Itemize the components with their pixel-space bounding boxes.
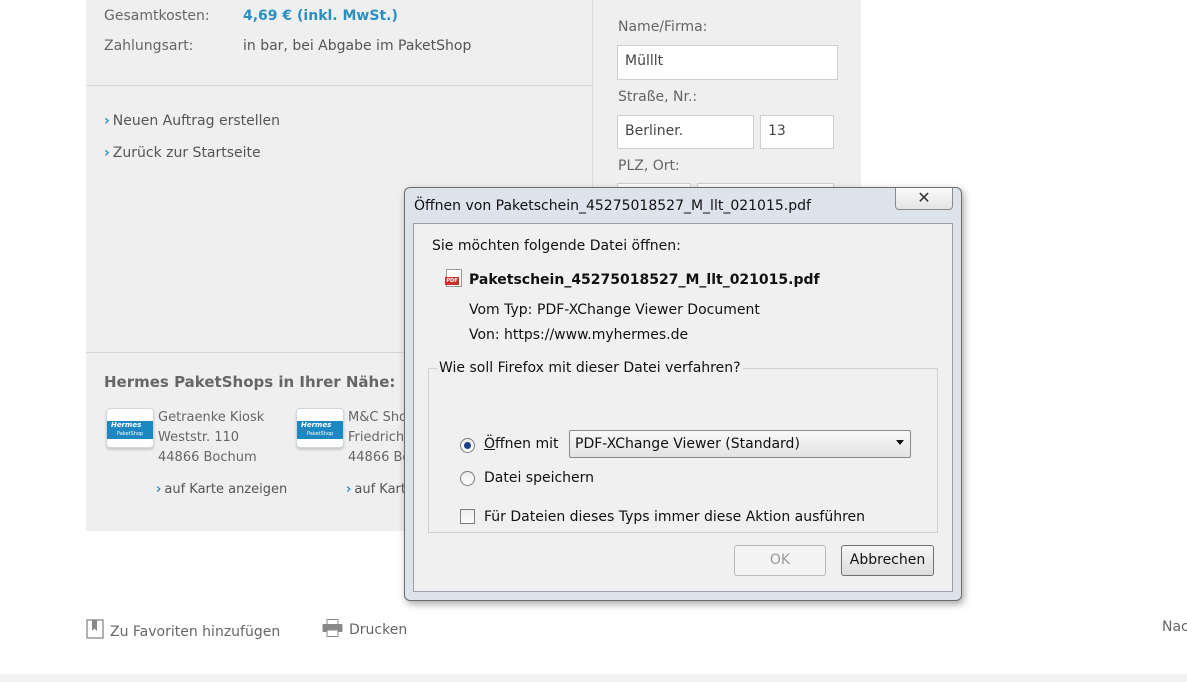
open-prompt: Sie möchten folgende Datei öffnen:	[432, 238, 681, 254]
open-with-select[interactable]: PDF-XChange Viewer (Standard)	[569, 430, 911, 458]
pdf-file-icon: PDF	[445, 269, 462, 287]
shop-name: M&C Sho	[348, 410, 404, 425]
file-source-label: Von:	[469, 327, 500, 343]
house-number-input[interactable]: 13	[760, 115, 834, 149]
file-name: Paketschein_45275018527_M_llt_021015.pdf	[469, 272, 820, 288]
chevron-right-icon: ›	[104, 113, 110, 129]
cancel-button[interactable]: Abbrechen	[841, 545, 934, 576]
shop-map-link[interactable]: › auf Kart	[346, 482, 404, 497]
dialog-title: Öffnen von Paketschein_45275018527_M_llt…	[414, 198, 811, 214]
shop-address: M&C Sho Friedrich 44866 Bo	[348, 408, 404, 468]
action-group-legend: Wie soll Firefox mit dieser Datei verfah…	[437, 360, 743, 376]
back-home-link[interactable]: › Zurück zur Startseite	[104, 145, 261, 161]
chevron-right-icon: ›	[346, 482, 352, 497]
open-with-radio[interactable]	[460, 438, 475, 453]
file-type-value: PDF-XChange Viewer Document	[537, 302, 760, 318]
open-with-label[interactable]: Öffnen mit	[484, 436, 559, 452]
total-cost-label: Gesamtkosten:	[104, 8, 210, 24]
add-favorites-link[interactable]: Zu Favoriten hinzufügen	[86, 619, 280, 643]
new-order-link[interactable]: › Neuen Auftrag erstellen	[104, 113, 280, 129]
hermes-paketshop-logo: Hermes PaketShop	[296, 408, 344, 448]
name-input[interactable]: Mülllt	[617, 45, 838, 80]
ok-button[interactable]: OK	[734, 545, 826, 576]
close-icon: ✕	[917, 188, 931, 207]
section-divider	[86, 85, 592, 86]
zip-city-label: PLZ, Ort:	[618, 158, 680, 174]
name-label: Name/Firma:	[618, 19, 708, 35]
shop-street: Friedrich	[348, 430, 404, 445]
shop-map-link[interactable]: › auf Karte anzeigen	[156, 482, 287, 497]
dialog-body: Sie möchten folgende Datei öffnen: PDF P…	[413, 223, 953, 592]
total-cost-value: 4,69 € (inkl. MwSt.)	[243, 8, 398, 24]
payment-method-value: in bar, bei Abgabe im PaketShop	[243, 38, 472, 54]
street-input[interactable]: Berliner.	[617, 115, 754, 149]
page-bottom-bar	[0, 674, 1187, 682]
close-button[interactable]: ✕	[895, 188, 953, 210]
next-link-cut[interactable]: Nac	[1162, 619, 1187, 635]
dropdown-arrow-icon	[896, 440, 904, 445]
save-file-label[interactable]: Datei speichern	[484, 470, 594, 486]
hermes-paketshop-logo: Hermes PaketShop	[106, 408, 154, 448]
printer-icon	[322, 619, 343, 641]
shop-city: 44866 Bo	[348, 450, 404, 465]
street-label: Straße, Nr.:	[618, 89, 698, 105]
bookmark-icon	[86, 619, 104, 643]
always-action-checkbox[interactable]	[460, 509, 475, 524]
save-file-radio[interactable]	[460, 471, 475, 486]
open-with-selected: PDF-XChange Viewer (Standard)	[575, 436, 800, 452]
file-source-value: https://www.myhermes.de	[504, 327, 689, 343]
always-action-label[interactable]: Für Dateien dieses Typs immer diese Akti…	[484, 509, 865, 525]
file-type-label: Vom Typ:	[469, 302, 533, 318]
file-open-dialog: Öffnen von Paketschein_45275018527_M_llt…	[404, 187, 962, 601]
shop-city: 44866 Bochum	[158, 450, 257, 465]
shop-name: Getraenke Kiosk	[158, 410, 265, 425]
chevron-right-icon: ›	[104, 145, 110, 161]
paketshops-heading: Hermes PaketShops in Ihrer Nähe:	[104, 373, 396, 391]
shop-street: Weststr. 110	[158, 430, 240, 445]
payment-method-label: Zahlungsart:	[104, 38, 194, 54]
shop-address: Getraenke Kiosk Weststr. 110 44866 Bochu…	[158, 408, 278, 468]
chevron-right-icon: ›	[156, 482, 162, 497]
print-link[interactable]: Drucken	[322, 619, 407, 641]
